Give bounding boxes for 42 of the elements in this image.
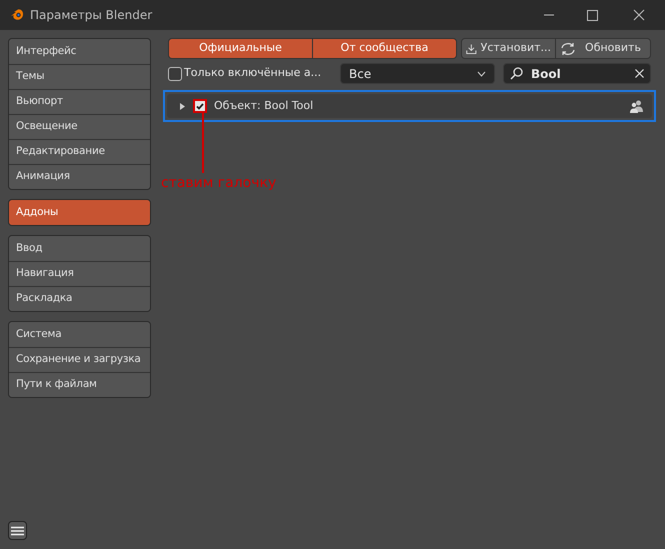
sidebar-item[interactable]: Темы: [9, 64, 150, 89]
annotation-text: ставим галочку: [161, 174, 276, 193]
leader-line: [202, 111, 204, 173]
sidebar-item[interactable]: Редактирование: [9, 139, 150, 164]
install-button[interactable]: Установит...: [462, 39, 555, 58]
refresh-button[interactable]: Обновить: [555, 39, 650, 58]
menu-icon: [11, 526, 24, 536]
sidebar-item[interactable]: Раскладка: [9, 286, 150, 311]
addon-row[interactable]: Объект: Bool Tool: [167, 94, 652, 118]
search-icon: [510, 67, 523, 80]
sidebar-item[interactable]: Освещение: [9, 114, 150, 139]
checkbox[interactable]: [168, 66, 182, 80]
source-tab[interactable]: Официальные: [169, 39, 312, 58]
download-icon: [466, 42, 477, 56]
checkbox[interactable]: [193, 99, 207, 113]
sidebar-item[interactable]: Система: [9, 322, 150, 347]
app-logo-icon: [10, 9, 24, 21]
checkmark-icon: [196, 102, 204, 110]
users-icon: [629, 100, 644, 112]
sidebar-item[interactable]: Ввод: [9, 236, 150, 261]
category-dropdown[interactable]: Все: [340, 63, 495, 84]
sidebar-item[interactable]: Навигация: [9, 261, 150, 286]
close-icon[interactable]: [633, 9, 645, 21]
menu-button[interactable]: [8, 521, 27, 540]
sidebar-item[interactable]: Анимация: [9, 164, 150, 189]
clear-icon[interactable]: [635, 69, 644, 78]
search-field[interactable]: Bool: [503, 63, 651, 84]
source-tab[interactable]: От сообщества: [312, 39, 456, 58]
addon-name: Объект: Bool Tool: [214, 98, 314, 114]
window-title: Параметры Blender: [30, 7, 152, 24]
sidebar-item[interactable]: Аддоны: [9, 200, 150, 225]
sidebar-item[interactable]: Сохранение и загрузка: [9, 347, 150, 372]
chevron-down-icon: [477, 70, 486, 76]
sidebar-item[interactable]: Интерфейс: [9, 39, 150, 64]
dropdown-value: Все: [349, 66, 372, 82]
expand-triangle-icon[interactable]: [179, 102, 186, 110]
search-text: Bool: [531, 66, 562, 82]
refresh-icon: [560, 42, 576, 56]
sidebar-item[interactable]: Пути к файлам: [9, 372, 150, 397]
sidebar-item[interactable]: Вьюпорт: [9, 89, 150, 114]
maximize-icon[interactable]: [587, 10, 598, 20]
checkbox-label[interactable]: Только включённые а...: [184, 65, 322, 82]
